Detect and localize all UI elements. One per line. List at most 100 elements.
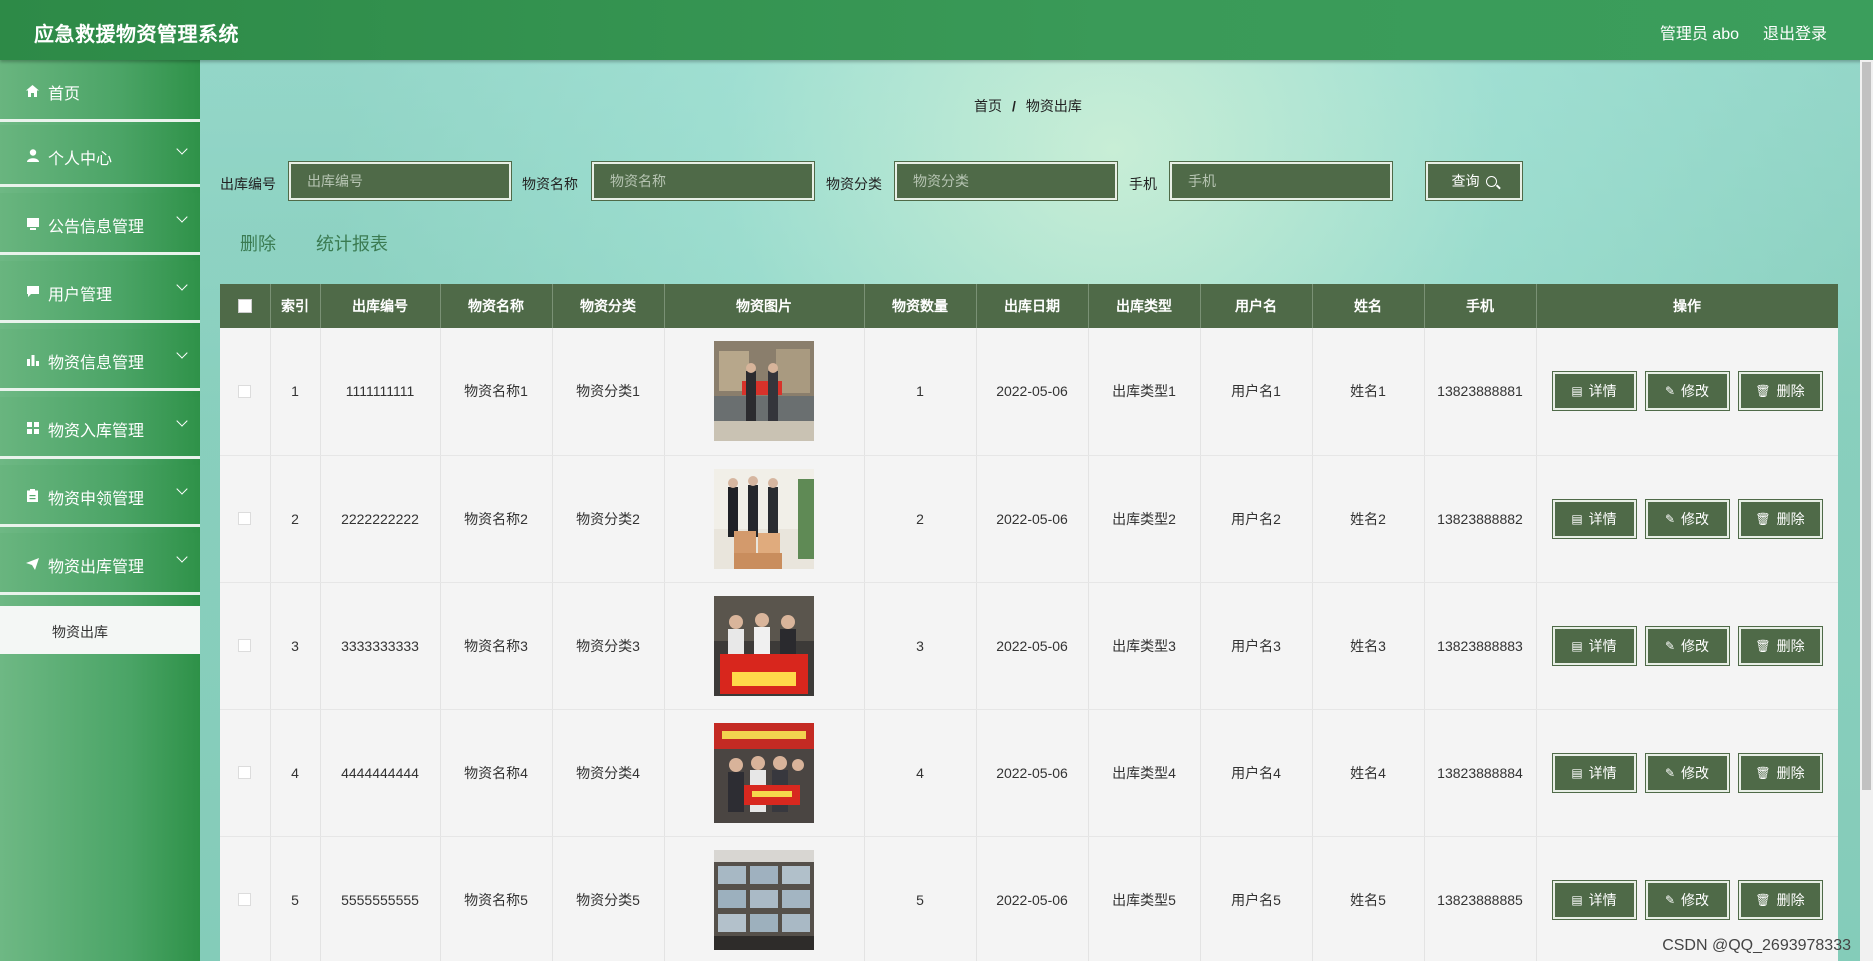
cell-username: 用户名4 (1200, 709, 1313, 837)
delete-label: 删除 (1776, 637, 1805, 654)
row-checkbox[interactable] (238, 766, 252, 779)
detail-label: 详情 (1588, 764, 1617, 781)
search-label-category: 物资分类 (826, 176, 882, 192)
sidebar-item-stock-out[interactable]: 物资出库管理 (0, 533, 200, 595)
row-select-cell (220, 455, 271, 583)
search-input-category[interactable] (894, 161, 1118, 201)
user-icon (26, 149, 39, 162)
submenu-stock-out-list[interactable]: 物资出库 (0, 606, 200, 654)
cell-phone: 13823888881 (1424, 328, 1537, 456)
cell-image (664, 836, 865, 961)
select-all-checkbox[interactable] (237, 299, 252, 313)
cell-username: 用户名2 (1200, 455, 1313, 583)
delete-button[interactable]: 🗑 删除 (1737, 371, 1823, 412)
search-input-code[interactable] (288, 161, 512, 201)
grid-icon (26, 421, 39, 434)
col-header: 用户名 (1200, 284, 1313, 328)
sidebar-item-apply[interactable]: 物资申领管理 (0, 465, 200, 527)
cell-index: 2 (270, 455, 321, 583)
table-row: 3 3333333333 物资名称3 物资分类3 3 2022-05-06 出库… (220, 582, 1838, 710)
row-select-cell (220, 709, 271, 837)
cell-category: 物资分类3 (552, 582, 665, 710)
trash-icon: 🗑 (1755, 638, 1771, 653)
chevron-down-icon (176, 347, 188, 359)
cell-code: 2222222222 (320, 455, 441, 583)
cell-type: 出库类型1 (1088, 328, 1201, 456)
edit-button[interactable]: ✎ 修改 (1644, 371, 1730, 412)
sidebar-item-profile[interactable]: 个人中心 (0, 125, 200, 187)
row-checkbox[interactable] (238, 512, 252, 525)
cell-image (664, 328, 865, 456)
detail-button[interactable]: ▤ 详情 (1551, 498, 1637, 539)
material-photo (714, 341, 814, 442)
cell-index: 3 (270, 582, 321, 710)
sidebar-item-label: 个人中心 (48, 151, 113, 168)
row-checkbox[interactable] (238, 639, 252, 652)
logout-link[interactable]: 退出登录 (1763, 20, 1827, 44)
cell-category: 物资分类2 (552, 455, 665, 583)
detail-label: 详情 (1588, 637, 1617, 654)
col-header: 出库编号 (320, 284, 441, 328)
document-icon: ▤ (1571, 511, 1583, 526)
detail-button[interactable]: ▤ 详情 (1551, 371, 1637, 412)
cell-name: 物资名称5 (440, 836, 553, 961)
table-row: 2 2222222222 物资名称2 物资分类2 2 2022-05-06 出库… (220, 455, 1838, 583)
notice-icon (26, 217, 39, 230)
submenu-label: 物资出库 (52, 624, 108, 640)
cell-index: 4 (270, 709, 321, 837)
delete-button[interactable]: 🗑 删除 (1737, 625, 1823, 666)
chevron-down-icon (176, 483, 188, 495)
edit-button[interactable]: ✎ 修改 (1644, 879, 1730, 920)
cell-qty: 2 (864, 455, 977, 583)
delete-button[interactable]: 🗑 删除 (1737, 752, 1823, 793)
search-input-name[interactable] (591, 161, 815, 201)
delete-button[interactable]: 🗑 删除 (1737, 498, 1823, 539)
sidebar-item-home[interactable]: 首页 (0, 60, 200, 122)
sidebar-item-notice[interactable]: 公告信息管理 (0, 193, 200, 255)
cell-date: 2022-05-06 (976, 709, 1089, 837)
breadcrumb-home[interactable]: 首页 (974, 98, 1002, 114)
col-header: 操作 (1536, 284, 1838, 328)
sidebar-item-stock-in[interactable]: 物资入库管理 (0, 397, 200, 459)
detail-button[interactable]: ▤ 详情 (1551, 879, 1637, 920)
breadcrumb: 首页 / 物资出库 (974, 96, 1082, 116)
search-button[interactable]: 查询 (1425, 161, 1523, 201)
cell-image (664, 709, 865, 837)
sidebar-item-material-info[interactable]: 物资信息管理 (0, 329, 200, 391)
search-input-phone[interactable] (1169, 161, 1393, 201)
page-scrollbar[interactable] (1860, 60, 1873, 961)
document-icon: ▤ (1571, 384, 1583, 399)
edit-label: 修改 (1681, 383, 1710, 400)
report-link[interactable]: 统计报表 (316, 230, 388, 256)
cell-code: 4444444444 (320, 709, 441, 837)
edit-button[interactable]: ✎ 修改 (1644, 498, 1730, 539)
cell-code: 1111111111 (320, 328, 441, 456)
row-checkbox[interactable] (238, 893, 252, 906)
row-select-cell (220, 582, 271, 710)
cell-date: 2022-05-06 (976, 836, 1089, 961)
row-checkbox[interactable] (238, 384, 252, 398)
scrollbar-thumb[interactable] (1862, 62, 1871, 790)
cell-code: 5555555555 (320, 836, 441, 961)
cell-phone: 13823888885 (1424, 836, 1537, 961)
current-user: 管理员 abo (1659, 26, 1739, 43)
material-photo (714, 722, 814, 823)
detail-button[interactable]: ▤ 详情 (1551, 752, 1637, 793)
cell-username: 用户名1 (1200, 328, 1313, 456)
cell-index: 1 (270, 328, 321, 456)
cell-realname: 姓名2 (1312, 455, 1425, 583)
delete-button[interactable]: 🗑 删除 (1737, 879, 1823, 920)
batch-delete-link[interactable]: 删除 (240, 230, 276, 256)
breadcrumb-separator: / (1012, 98, 1016, 114)
edit-button[interactable]: ✎ 修改 (1644, 625, 1730, 666)
cell-actions: ▤ 详情 ✎ 修改 🗑 删除 (1536, 328, 1838, 456)
col-header: 物资名称 (440, 284, 553, 328)
chat-icon (26, 285, 39, 298)
cell-actions: ▤ 详情 ✎ 修改 🗑 删除 (1536, 582, 1838, 710)
sidebar-item-users[interactable]: 用户管理 (0, 261, 200, 323)
cell-qty: 3 (864, 582, 977, 710)
cell-type: 出库类型5 (1088, 836, 1201, 961)
edit-button[interactable]: ✎ 修改 (1644, 752, 1730, 793)
material-photo (714, 849, 814, 950)
detail-button[interactable]: ▤ 详情 (1551, 625, 1637, 666)
